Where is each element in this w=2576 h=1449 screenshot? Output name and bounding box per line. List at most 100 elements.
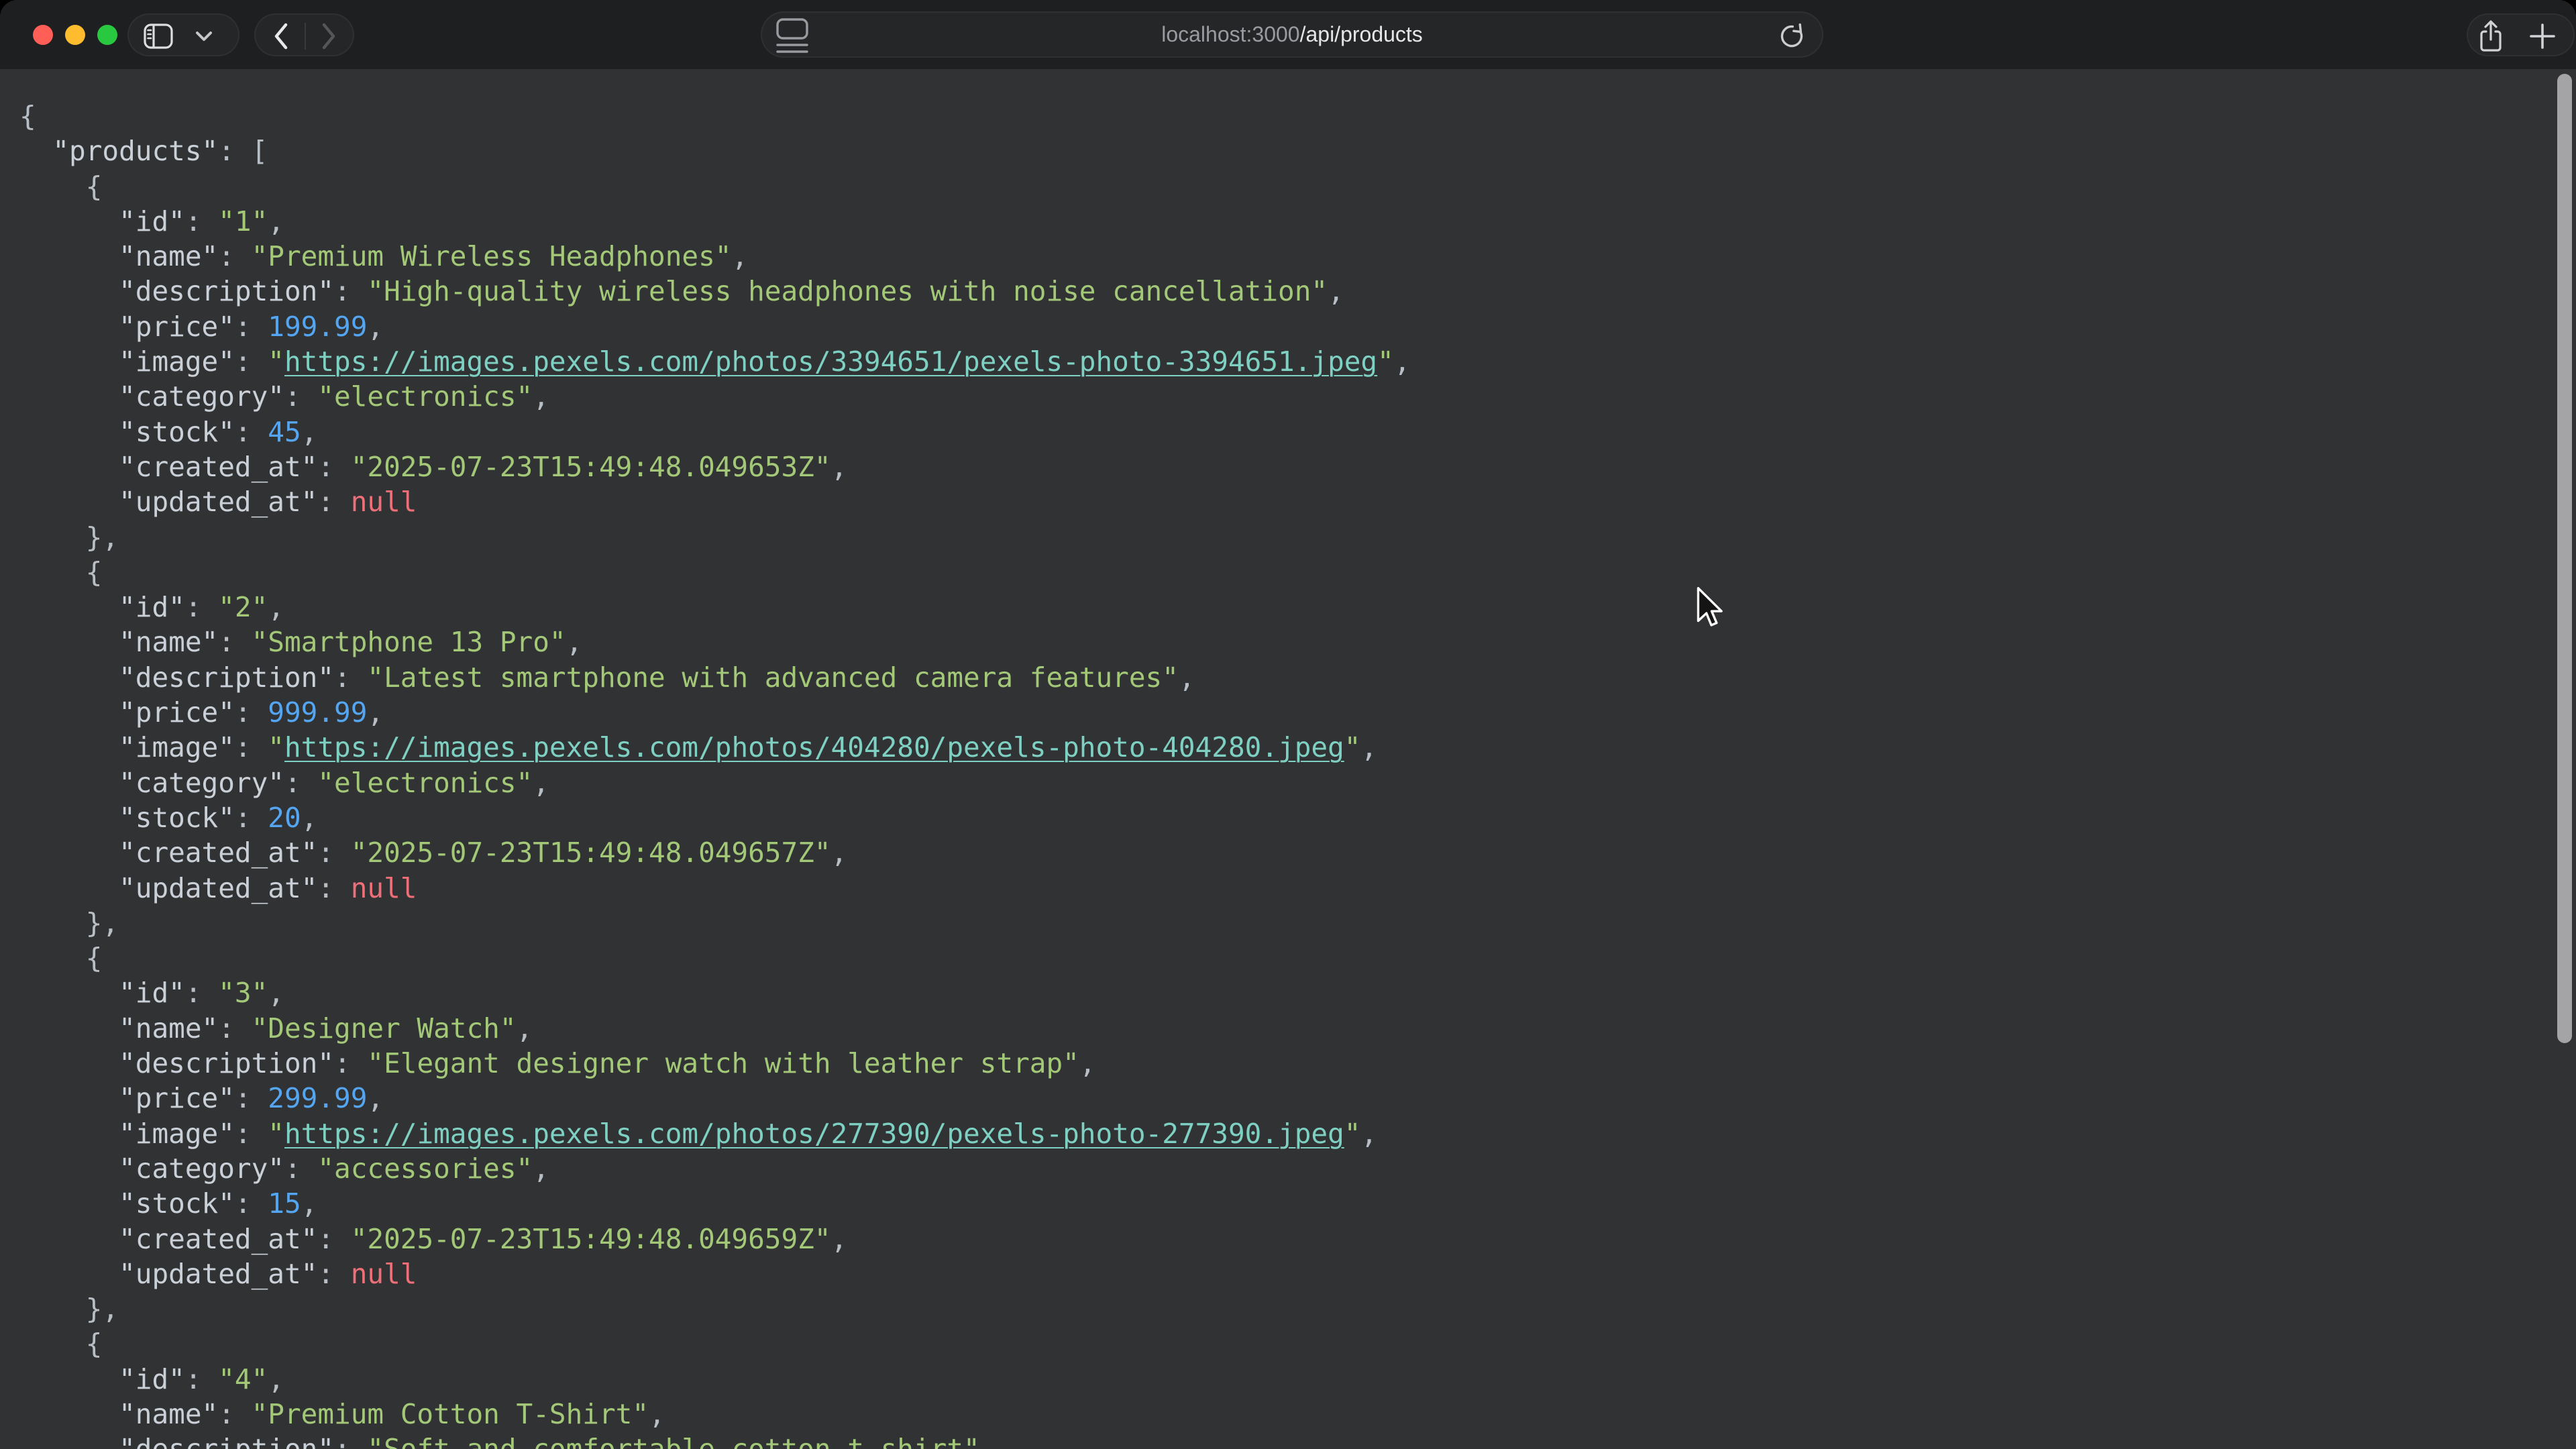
key-image: "image": [119, 731, 235, 763]
number-value: 999.99: [268, 696, 367, 729]
key-description: "description": [119, 1433, 334, 1449]
code-line: "category": "electronics",: [19, 765, 1411, 800]
page-settings-button[interactable]: [775, 17, 809, 54]
token-punct: ,: [533, 380, 549, 413]
scrollbar-thumb[interactable]: [2557, 74, 2572, 1043]
token-punct: ,: [268, 1363, 284, 1395]
code-line: "price": 299.99,: [19, 1081, 1411, 1116]
code-line: "products": [: [19, 133, 1411, 168]
number-value: 199.99: [268, 311, 367, 343]
code-line: "description": "Latest smartphone with a…: [19, 660, 1411, 695]
code-line: "name": "Premium Wireless Headphones",: [19, 239, 1411, 274]
token-punct: ,: [1360, 1118, 1377, 1150]
minimize-button[interactable]: [65, 25, 85, 45]
token-punct: :: [334, 1433, 367, 1449]
token-punct: :: [334, 661, 367, 694]
key-created_at: "created_at": [119, 837, 317, 869]
forward-button[interactable]: [317, 19, 340, 53]
code-line: "updated_at": null: [19, 1256, 1411, 1291]
token-punct: :: [334, 275, 367, 307]
code-line: "category": "electronics",: [19, 379, 1411, 414]
code-line: "description": "Soft and comfortable cot…: [19, 1432, 1411, 1449]
token-punct: ,: [1360, 731, 1377, 763]
token-punct: ,: [831, 1223, 848, 1255]
token-punct: :: [218, 135, 251, 167]
token-punct: :: [317, 1223, 350, 1255]
back-button[interactable]: [270, 19, 292, 53]
code-line: {: [19, 941, 1411, 975]
string-value: "4": [218, 1363, 268, 1395]
token-punct: :: [317, 872, 350, 904]
string-value: "Premium Cotton T-Shirt": [252, 1398, 649, 1430]
close-button[interactable]: [33, 25, 53, 45]
token-punct: :: [334, 1047, 367, 1079]
token-punct: :: [235, 696, 268, 729]
zoom-button[interactable]: [97, 25, 117, 45]
json-link[interactable]: https://images.pexels.com/photos/404280/…: [284, 731, 1344, 763]
browser-window: localhost:3000/api/products: [0, 0, 2576, 1449]
url-host: localhost:3000: [1161, 22, 1299, 47]
code-line: {: [19, 99, 1411, 133]
token-punct: :: [235, 731, 268, 763]
key-updated_at: "updated_at": [119, 1258, 317, 1290]
key-updated_at: "updated_at": [119, 872, 317, 904]
code-line: },: [19, 1291, 1411, 1326]
token-punct: :: [218, 1012, 251, 1044]
reload-button[interactable]: [1776, 21, 1807, 52]
code-line: "id": "2",: [19, 590, 1411, 625]
code-line: },: [19, 520, 1411, 555]
page-icon: [775, 17, 809, 54]
token-punct: {: [86, 1328, 103, 1360]
actions-button-group: [2467, 13, 2575, 56]
token-punct: :: [317, 451, 350, 483]
token-punct: :: [235, 416, 268, 448]
token-punct: :: [218, 626, 251, 658]
code-line: "stock": 45,: [19, 415, 1411, 449]
token-punct: :: [284, 1152, 317, 1185]
token-punct: ,: [566, 626, 583, 658]
address-bar[interactable]: localhost:3000/api/products: [761, 11, 1823, 58]
share-button[interactable]: [2477, 19, 2504, 54]
string-value: "3": [218, 977, 268, 1009]
code-line: "image": "https://images.pexels.com/phot…: [19, 1116, 1411, 1151]
key-products: "products": [52, 135, 218, 167]
token-punct: ,: [268, 205, 284, 237]
key-name: "name": [119, 1398, 218, 1430]
key-id: "id": [119, 977, 185, 1009]
key-updated_at: "updated_at": [119, 486, 317, 518]
navigation-button-group: [254, 13, 354, 56]
token-punct: ,: [731, 240, 748, 272]
key-created_at: "created_at": [119, 451, 317, 483]
token-punct: ,: [1079, 1047, 1096, 1079]
token-punct: :: [185, 1363, 218, 1395]
number-value: 299.99: [268, 1082, 367, 1114]
url-path: /api/products: [1300, 22, 1423, 47]
token-punct: },: [86, 1293, 119, 1325]
token-str: ": [268, 345, 284, 378]
token-punct: :: [235, 802, 268, 834]
string-value: "2": [218, 591, 268, 623]
string-value: "1": [218, 205, 268, 237]
token-punct: ,: [831, 451, 848, 483]
new-tab-icon: [2530, 23, 2555, 49]
code-line: "image": "https://images.pexels.com/phot…: [19, 730, 1411, 765]
token-punct: :: [185, 977, 218, 1009]
code-line: {: [19, 1326, 1411, 1361]
new-tab-button[interactable]: [2530, 23, 2555, 49]
json-link[interactable]: https://images.pexels.com/photos/3394651…: [284, 345, 1377, 378]
string-value: "2025-07-23T15:49:48.049653Z": [351, 451, 831, 483]
key-category: "category": [119, 380, 284, 413]
key-description: "description": [119, 1047, 334, 1079]
token-punct: ,: [980, 1433, 997, 1449]
sidebar-toggle-button[interactable]: [144, 23, 173, 49]
token-punct: ,: [301, 416, 318, 448]
token-punct: ,: [517, 1012, 533, 1044]
json-link[interactable]: https://images.pexels.com/photos/277390/…: [284, 1118, 1344, 1150]
tab-group-dropdown-button[interactable]: [195, 31, 213, 42]
code-line: "created_at": "2025-07-23T15:49:48.04965…: [19, 449, 1411, 484]
code-line: "name": "Smartphone 13 Pro",: [19, 625, 1411, 659]
token-punct: ,: [831, 837, 848, 869]
token-punct: ,: [1179, 661, 1195, 694]
code-line: "created_at": "2025-07-23T15:49:48.04965…: [19, 1222, 1411, 1256]
string-value: "electronics": [317, 767, 533, 799]
